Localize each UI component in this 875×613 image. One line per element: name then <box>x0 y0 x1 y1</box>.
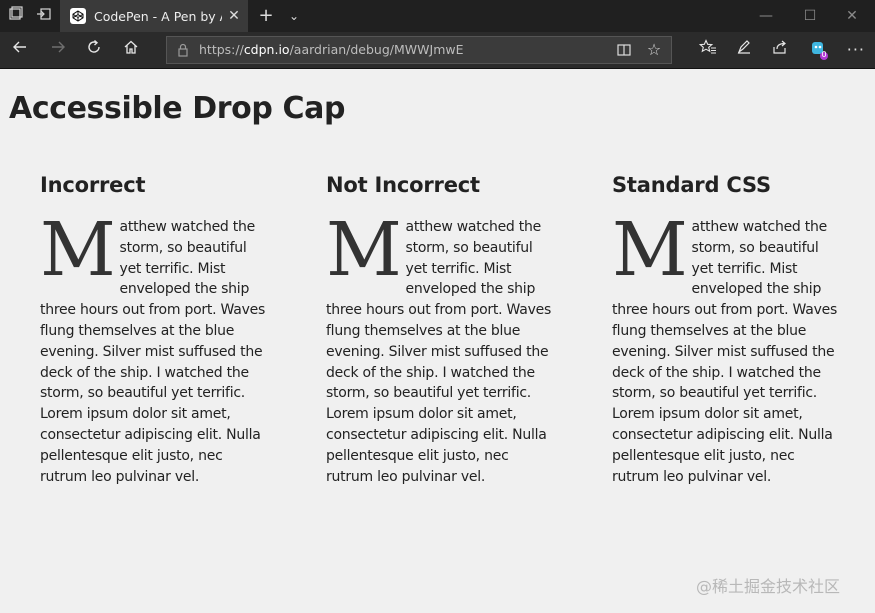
star-icon[interactable]: ☆ <box>645 41 663 59</box>
back-arrow-icon[interactable] <box>8 38 32 62</box>
column-incorrect: Incorrect Matthew watched the storm, so … <box>40 173 266 487</box>
lock-icon <box>175 42 191 58</box>
set-tabs-aside-icon[interactable] <box>34 6 54 26</box>
refresh-icon[interactable] <box>82 38 106 62</box>
column-paragraph: Matthew watched the storm, so beautiful … <box>326 207 552 487</box>
plus-icon[interactable]: + <box>256 6 276 26</box>
browser-chrome: CodePen - A Pen by Adr ✕ + ⌄ — ☐ ✕ https… <box>0 0 875 69</box>
url-host: cdpn.io <box>243 42 290 57</box>
reading-view-icon[interactable] <box>615 42 633 60</box>
maximize-icon[interactable]: ☐ <box>787 0 833 32</box>
extension-badge: 0 <box>821 50 827 59</box>
page-content: Accessible Drop Cap Incorrect Matthew wa… <box>0 69 875 613</box>
column-not-incorrect: Not Incorrect Matthew watched the storm,… <box>326 173 552 487</box>
column-paragraph: Matthew watched the storm, so beautiful … <box>40 207 266 487</box>
window-close-icon[interactable]: ✕ <box>829 0 875 32</box>
minimize-icon[interactable]: — <box>743 0 789 32</box>
home-icon[interactable] <box>119 38 143 62</box>
codepen-icon <box>70 8 86 24</box>
column-heading: Not Incorrect <box>326 173 480 197</box>
drop-cap: M <box>326 207 402 293</box>
address-bar[interactable]: https://cdpn.io/aardrian/debug/MWWJmwE ☆ <box>166 36 672 64</box>
url-prefix: https:// <box>199 42 244 57</box>
url-path: /aardrian/debug/MWWJmwE <box>289 42 464 57</box>
column-heading: Standard CSS <box>612 173 771 197</box>
more-icon[interactable]: ··· <box>847 38 865 62</box>
close-icon[interactable]: ✕ <box>226 8 242 24</box>
navigation-bar: https://cdpn.io/aardrian/debug/MWWJmwE ☆… <box>0 32 875 69</box>
column-paragraph: Matthew watched the storm, so beautiful … <box>612 207 838 487</box>
favorites-icon[interactable] <box>696 38 720 62</box>
column-heading: Incorrect <box>40 173 146 197</box>
tabs-aside-icon[interactable] <box>6 6 26 26</box>
watermark: @稀土掘金技术社区 <box>696 577 841 596</box>
page-title: Accessible Drop Cap <box>9 91 346 126</box>
tab-title: CodePen - A Pen by Adr <box>94 8 222 24</box>
drop-cap: M <box>40 207 116 293</box>
extension-icon[interactable]: 0 <box>810 40 828 60</box>
forward-arrow-icon[interactable] <box>46 38 70 62</box>
tab-bar: CodePen - A Pen by Adr ✕ + ⌄ — ☐ ✕ <box>0 0 875 32</box>
share-icon[interactable] <box>768 38 792 62</box>
chevron-down-icon[interactable]: ⌄ <box>286 6 302 26</box>
column-standard-css: Standard CSS Matthew watched the storm, … <box>612 173 838 487</box>
drop-cap: M <box>612 207 688 293</box>
tab-codepen[interactable]: CodePen - A Pen by Adr ✕ <box>60 0 248 32</box>
pen-icon[interactable] <box>732 38 756 62</box>
url-text[interactable]: https://cdpn.io/aardrian/debug/MWWJmwE <box>199 42 464 58</box>
